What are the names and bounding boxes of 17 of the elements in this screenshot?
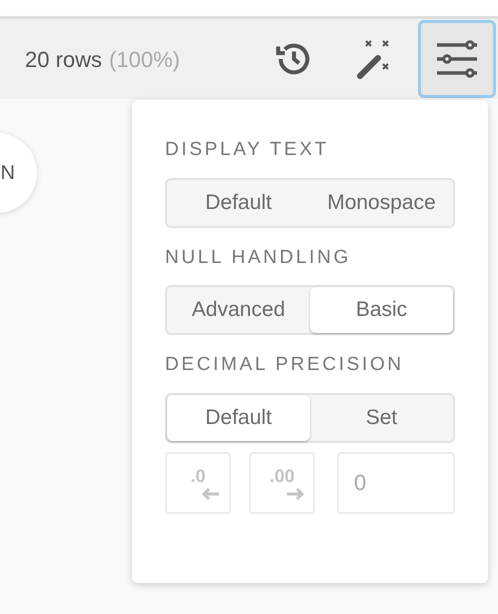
segment-option[interactable]: Default bbox=[167, 394, 310, 440]
segment-option[interactable]: Advanced bbox=[167, 287, 310, 333]
right-arrow-icon bbox=[285, 488, 305, 500]
column-badge[interactable]: N bbox=[0, 133, 37, 213]
precision-field[interactable]: 0 bbox=[337, 452, 455, 514]
segment-option[interactable]: Basic bbox=[310, 287, 453, 333]
row-percent: (100%) bbox=[109, 46, 180, 74]
section-title: DECIMAL PRECISION bbox=[165, 353, 405, 377]
segment-option[interactable]: Set bbox=[310, 394, 453, 440]
section-title: DISPLAY TEXT bbox=[165, 138, 330, 162]
left-arrow-icon bbox=[201, 488, 221, 500]
segment-option[interactable]: Monospace bbox=[310, 180, 453, 226]
settings-button[interactable] bbox=[418, 20, 496, 98]
row-count: 20 rows bbox=[25, 46, 102, 74]
section-title: NULL HANDLING bbox=[165, 246, 352, 270]
sliders-icon bbox=[436, 40, 478, 78]
segment-option[interactable]: Default bbox=[167, 180, 310, 226]
